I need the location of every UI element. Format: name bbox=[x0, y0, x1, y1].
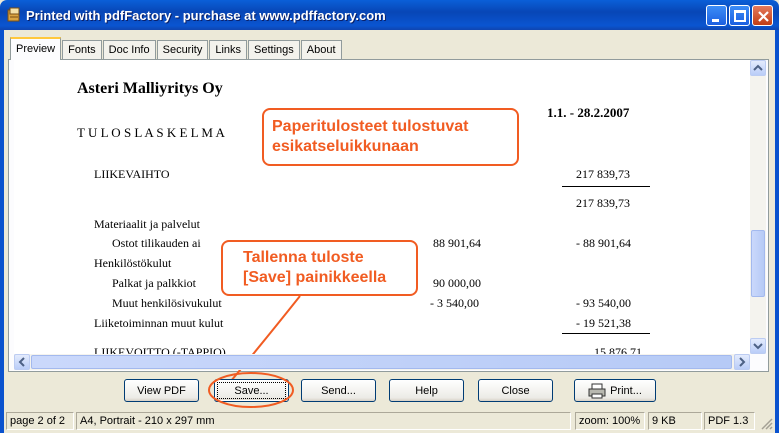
sum-rule bbox=[562, 186, 650, 187]
save-button[interactable]: Save... bbox=[214, 379, 289, 402]
row-label: Henkilöstökulut bbox=[94, 256, 172, 270]
tab-fonts[interactable]: Fonts bbox=[62, 40, 102, 60]
row-amount: 88 901,64 bbox=[433, 236, 481, 250]
callout-line: Paperitulosteet tulostuvat bbox=[272, 118, 469, 135]
horizontal-scroll-thumb[interactable] bbox=[31, 355, 732, 369]
view-pdf-button[interactable]: View PDF bbox=[124, 379, 199, 402]
status-page: page 2 of 2 bbox=[6, 412, 74, 430]
chevron-left-icon bbox=[18, 357, 25, 367]
save-callout: Tallenna tuloste [Save] painikkeella bbox=[221, 240, 418, 296]
vertical-scroll-thumb[interactable] bbox=[751, 230, 765, 297]
row-total: - 88 901,64 bbox=[576, 236, 631, 250]
tab-about[interactable]: About bbox=[300, 40, 342, 60]
printer-icon bbox=[588, 383, 606, 398]
maximize-icon bbox=[734, 10, 746, 22]
report-period: 1.1. - 28.2.2007 bbox=[547, 105, 630, 120]
help-button[interactable]: Help bbox=[389, 379, 464, 402]
minimize-icon bbox=[712, 19, 719, 22]
row-total: - 93 540,00 bbox=[576, 296, 631, 310]
horizontal-scrollbar[interactable] bbox=[14, 354, 750, 370]
row-amount: 90 000,00 bbox=[433, 276, 481, 290]
chevron-down-icon bbox=[753, 343, 763, 350]
tab-links[interactable]: Links bbox=[209, 40, 248, 60]
tab-doc-info[interactable]: Doc Info bbox=[102, 40, 156, 60]
status-pdf-version: PDF 1.3 bbox=[704, 412, 755, 430]
window-frame-left bbox=[0, 30, 4, 433]
sum-rule bbox=[562, 333, 650, 334]
pdffactory-app-icon[interactable] bbox=[6, 7, 22, 23]
tab-preview[interactable]: Preview bbox=[10, 37, 62, 60]
close-icon bbox=[758, 11, 769, 22]
vertical-scrollbar[interactable] bbox=[750, 60, 766, 354]
callout-line: esikatseluikkunaan bbox=[272, 138, 419, 155]
status-bar: page 2 of 2 A4, Portrait - 210 x 297 mm … bbox=[4, 410, 775, 433]
row-total: 15 876,71 bbox=[594, 345, 642, 354]
tab-strip: Preview Fonts Doc Info Security Links Se… bbox=[10, 37, 343, 60]
callout-line: [Save] painikkeella bbox=[243, 269, 387, 286]
row-total: 217 839,73 bbox=[576, 196, 630, 210]
row-amount: - 3 540,00 bbox=[430, 296, 479, 310]
send-button[interactable]: Send... bbox=[301, 379, 376, 402]
status-size: 9 KB bbox=[648, 412, 702, 430]
tab-settings[interactable]: Settings bbox=[248, 40, 300, 60]
scroll-up-button[interactable] bbox=[750, 60, 766, 76]
window-title: Printed with pdfFactory - purchase at ww… bbox=[26, 8, 386, 23]
row-label: Muut henkilösivukulut bbox=[112, 296, 222, 310]
callout-line: Tallenna tuloste bbox=[243, 249, 364, 266]
chevron-up-icon bbox=[753, 64, 763, 71]
company-name: Asteri Malliyritys Oy bbox=[77, 80, 223, 97]
status-zoom: zoom: 100% bbox=[575, 412, 645, 430]
row-label: Ostot tilikauden ai bbox=[112, 236, 201, 250]
row-label: Liiketoiminnan muut kulut bbox=[94, 316, 224, 330]
maximize-button[interactable] bbox=[729, 5, 750, 26]
report-heading: T U L O S L A S K E L M A bbox=[77, 125, 225, 140]
status-paper: A4, Portrait - 210 x 297 mm bbox=[76, 412, 571, 430]
row-total: - 19 521,38 bbox=[576, 316, 631, 330]
scroll-right-button[interactable] bbox=[734, 354, 750, 370]
close-button[interactable]: Close bbox=[478, 379, 553, 402]
row-total: 217 839,73 bbox=[576, 167, 630, 181]
close-window-button[interactable] bbox=[752, 5, 773, 26]
preview-callout: Paperitulosteet tulostuvat esikatseluikk… bbox=[262, 108, 519, 166]
row-label: Materiaalit ja palvelut bbox=[94, 217, 200, 231]
minimize-button[interactable] bbox=[706, 5, 727, 26]
row-label: Palkat ja palkkiot bbox=[112, 276, 196, 290]
print-button-label: Print... bbox=[610, 384, 642, 397]
row-label: LIIKEVOITTO (-TAPPIO) bbox=[94, 345, 226, 354]
scroll-down-button[interactable] bbox=[750, 338, 766, 354]
resize-grip-icon[interactable] bbox=[759, 416, 773, 430]
tab-security[interactable]: Security bbox=[156, 40, 209, 60]
print-button[interactable]: Print... bbox=[574, 379, 656, 402]
scroll-left-button[interactable] bbox=[14, 354, 30, 370]
chevron-right-icon bbox=[739, 357, 746, 367]
window-frame-right bbox=[775, 30, 779, 433]
row-label: LIIKEVAIHTO bbox=[94, 167, 170, 181]
title-bar[interactable]: Printed with pdfFactory - purchase at ww… bbox=[0, 0, 779, 30]
document-preview[interactable]: Asteri Malliyritys Oy 1.1. - 28.2.2007 T… bbox=[14, 60, 750, 354]
